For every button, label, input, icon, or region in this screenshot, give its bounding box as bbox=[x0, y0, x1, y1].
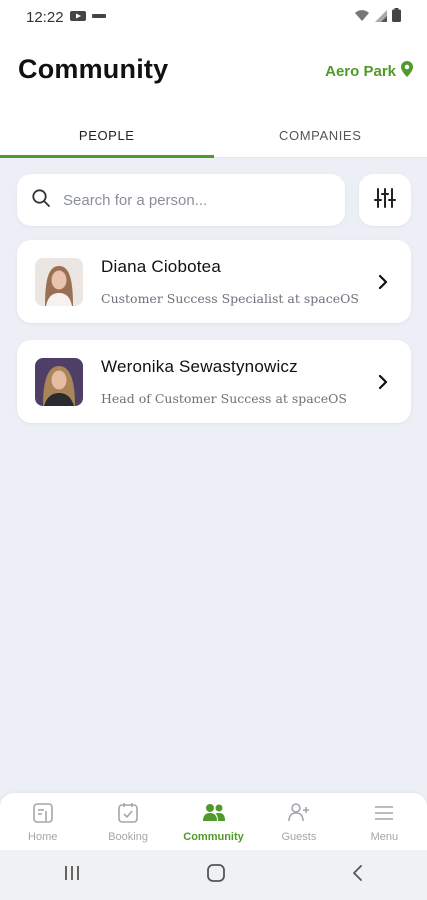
person-role: Head of Customer Success at spaceOS bbox=[101, 391, 347, 406]
youtube-icon bbox=[69, 9, 86, 26]
person-name: Diana Ciobotea bbox=[101, 257, 221, 276]
location-selector[interactable]: Aero Park bbox=[325, 61, 413, 81]
person-name: Weronika Sewastynowicz bbox=[101, 357, 298, 376]
person-card[interactable]: Diana Ciobotea Customer Success Speciali… bbox=[17, 240, 411, 323]
home-icon bbox=[31, 801, 55, 828]
person-role: Customer Success Specialist at spaceOS bbox=[101, 291, 359, 306]
nav-booking[interactable]: Booking bbox=[85, 793, 170, 850]
nav-home[interactable]: Home bbox=[0, 793, 85, 850]
back-icon[interactable] bbox=[351, 864, 365, 887]
bottom-nav: Home Booking Community Guests Menu bbox=[0, 793, 427, 850]
filter-sliders-icon bbox=[373, 186, 397, 215]
avatar bbox=[35, 357, 83, 406]
nav-guests-label: Guests bbox=[281, 830, 317, 843]
chevron-right-icon bbox=[373, 374, 393, 390]
chevron-right-icon bbox=[373, 274, 393, 290]
tab-companies-label: COMPANIES bbox=[279, 128, 362, 143]
home-button-icon[interactable] bbox=[206, 863, 226, 888]
booking-icon bbox=[116, 801, 140, 828]
location-pin-icon bbox=[401, 61, 413, 81]
nav-guests[interactable]: Guests bbox=[256, 793, 341, 850]
status-time: 12:22 bbox=[26, 8, 64, 26]
filter-button[interactable] bbox=[359, 174, 411, 226]
person-info: Weronika Sewastynowicz Head of Customer … bbox=[101, 357, 373, 406]
tab-bar: PEOPLE COMPANIES bbox=[0, 114, 427, 158]
system-nav-bar bbox=[0, 850, 427, 900]
wifi-icon bbox=[354, 9, 370, 26]
nav-booking-label: Booking bbox=[108, 830, 148, 843]
search-row bbox=[17, 174, 411, 226]
nav-menu[interactable]: Menu bbox=[342, 793, 427, 850]
page-title: Community bbox=[18, 54, 169, 84]
person-card[interactable]: Weronika Sewastynowicz Head of Customer … bbox=[17, 340, 411, 423]
community-icon bbox=[201, 801, 227, 828]
search-input[interactable] bbox=[63, 191, 331, 209]
nav-community-label: Community bbox=[183, 830, 244, 843]
status-bar: 12:22 bbox=[0, 0, 427, 34]
search-box bbox=[17, 174, 345, 226]
add-guest-icon bbox=[286, 801, 312, 828]
person-info: Diana Ciobotea Customer Success Speciali… bbox=[101, 257, 373, 306]
battery-icon bbox=[392, 8, 401, 26]
location-label: Aero Park bbox=[325, 62, 396, 80]
app-header: Community Aero Park PEOPLE COMPANIES bbox=[0, 34, 427, 158]
nav-menu-label: Menu bbox=[370, 830, 399, 843]
notification-dash-icon bbox=[91, 9, 106, 26]
tab-people-label: PEOPLE bbox=[78, 128, 135, 143]
nav-home-label: Home bbox=[28, 830, 58, 843]
tab-people[interactable]: PEOPLE bbox=[0, 114, 214, 158]
search-icon bbox=[31, 188, 51, 213]
nav-community[interactable]: Community bbox=[171, 793, 256, 850]
recent-apps-icon[interactable] bbox=[62, 864, 82, 887]
tab-companies[interactable]: COMPANIES bbox=[214, 114, 427, 157]
avatar bbox=[35, 257, 83, 306]
signal-icon bbox=[375, 9, 387, 26]
menu-icon bbox=[372, 801, 396, 828]
